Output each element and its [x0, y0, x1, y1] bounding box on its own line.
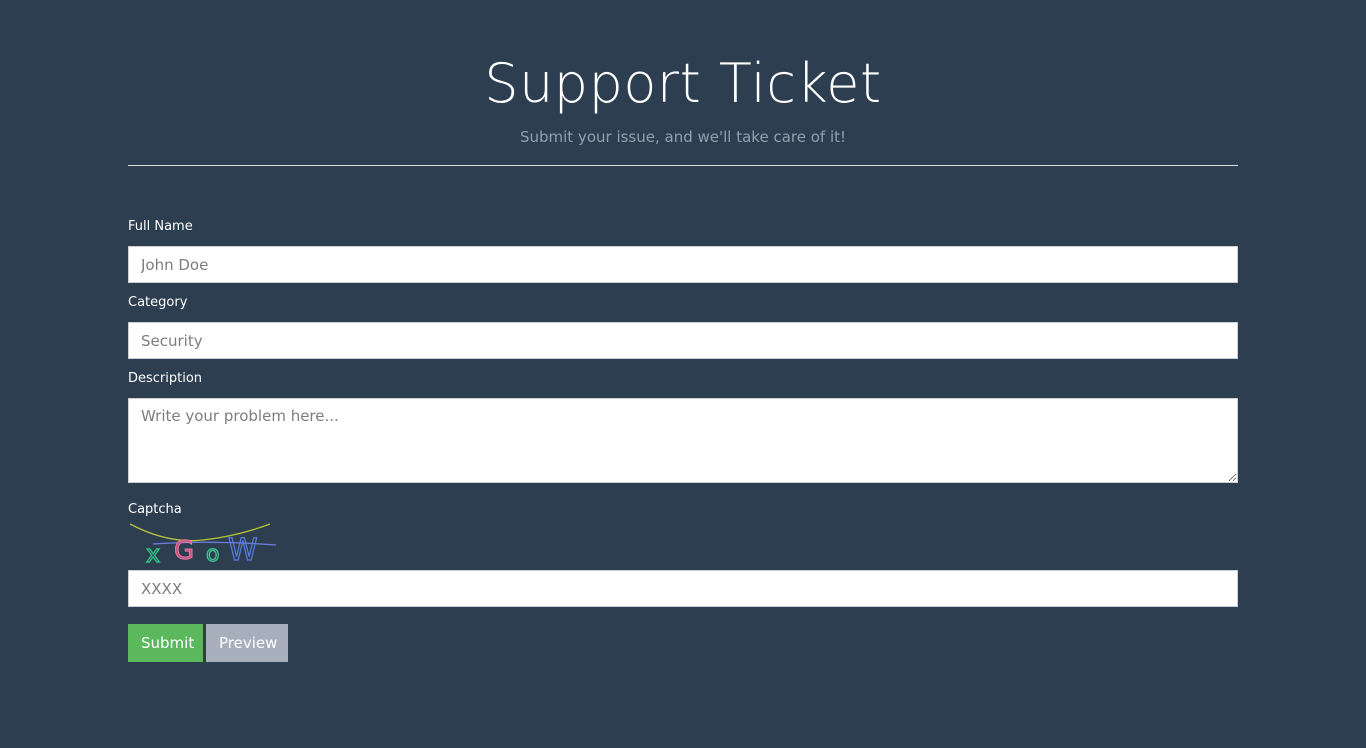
preview-button[interactable]: Preview — [206, 624, 288, 662]
submit-button[interactable]: Submit — [128, 624, 203, 662]
captcha-group: Captcha x G o W — [128, 501, 1238, 607]
captcha-char-3: o — [206, 542, 219, 567]
captcha-image: x G o W — [129, 523, 277, 568]
page-header: Support Ticket Submit your issue, and we… — [128, 0, 1238, 147]
description-textarea[interactable] — [128, 398, 1238, 483]
category-input[interactable] — [128, 322, 1238, 359]
header-divider — [128, 165, 1238, 166]
captcha-input[interactable] — [128, 570, 1238, 607]
description-label: Description — [128, 371, 203, 386]
captcha-char-4: W — [228, 533, 258, 568]
form-actions: Submit Preview — [128, 624, 1238, 662]
captcha-char-1: x — [146, 540, 160, 568]
description-group: Description — [128, 370, 1238, 483]
captcha-char-2: G — [174, 536, 194, 566]
captcha-label: Captcha — [128, 502, 182, 517]
support-ticket-page: Support Ticket Submit your issue, and we… — [128, 0, 1238, 662]
category-group: Category — [128, 294, 1238, 359]
support-ticket-form: Full Name Category Description Captcha x… — [128, 218, 1238, 662]
category-label: Category — [128, 295, 188, 310]
full-name-input[interactable] — [128, 246, 1238, 283]
page-title: Support Ticket — [484, 52, 882, 115]
full-name-group: Full Name — [128, 218, 1238, 283]
page-subtitle: Submit your issue, and we'll take care o… — [519, 128, 847, 146]
full-name-label: Full Name — [128, 219, 193, 234]
